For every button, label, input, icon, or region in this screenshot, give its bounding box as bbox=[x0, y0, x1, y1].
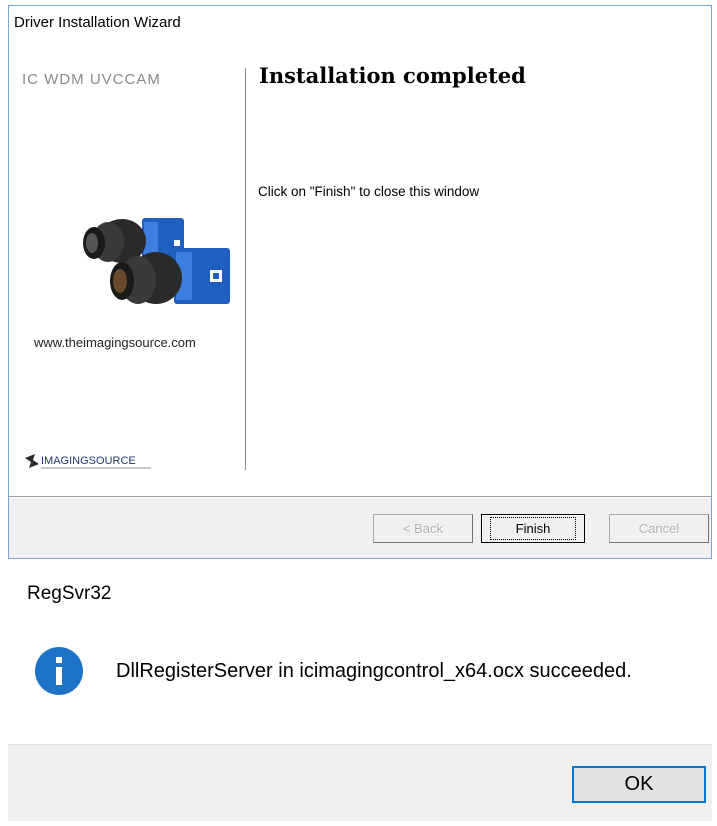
product-name: IC WDM UVCCAM bbox=[22, 71, 161, 88]
dialog-footer: OK bbox=[8, 744, 712, 821]
wizard-footer: < Back Finish Cancel bbox=[9, 498, 711, 558]
cancel-button-label: Cancel bbox=[638, 521, 680, 536]
wizard-title: Driver Installation Wizard bbox=[14, 14, 181, 31]
regsvr32-dialog: RegSvr32 DllRegisterServer in icimagingc… bbox=[8, 561, 712, 821]
driver-installation-wizard-window: Driver Installation Wizard IC WDM UVCCAM bbox=[8, 5, 712, 559]
dialog-title: RegSvr32 bbox=[27, 583, 112, 604]
dialog-message: DllRegisterServer in icimagingcontrol_x6… bbox=[116, 660, 632, 682]
wizard-body: IC WDM UVCCAM www.theimagingsource.com I… bbox=[9, 38, 711, 496]
info-icon bbox=[35, 647, 83, 695]
wizard-heading: Installation completed bbox=[259, 63, 526, 88]
cancel-button[interactable]: Cancel bbox=[609, 514, 709, 543]
wizard-instruction: Click on "Finish" to close this window bbox=[258, 184, 480, 199]
imagingsource-logo: IMAGINGSOURCE bbox=[25, 454, 151, 469]
finish-button[interactable]: Finish bbox=[481, 514, 585, 543]
back-button-label: < Back bbox=[402, 521, 444, 536]
wizard-side-panel: IC WDM UVCCAM www.theimagingsource.com I… bbox=[9, 38, 245, 496]
ok-button[interactable]: OK bbox=[572, 766, 706, 803]
wizard-main-panel: Installation completed Click on "Finish"… bbox=[246, 38, 711, 496]
finish-button-label: Finish bbox=[489, 517, 577, 540]
ok-button-label: OK bbox=[624, 773, 654, 795]
logo-text: IMAGINGSOURCE bbox=[41, 455, 136, 467]
website-text: www.theimagingsource.com bbox=[34, 335, 196, 350]
wizard-titlebar: Driver Installation Wizard bbox=[9, 6, 711, 38]
camera-image bbox=[83, 218, 230, 304]
back-button[interactable]: < Back bbox=[373, 514, 473, 543]
